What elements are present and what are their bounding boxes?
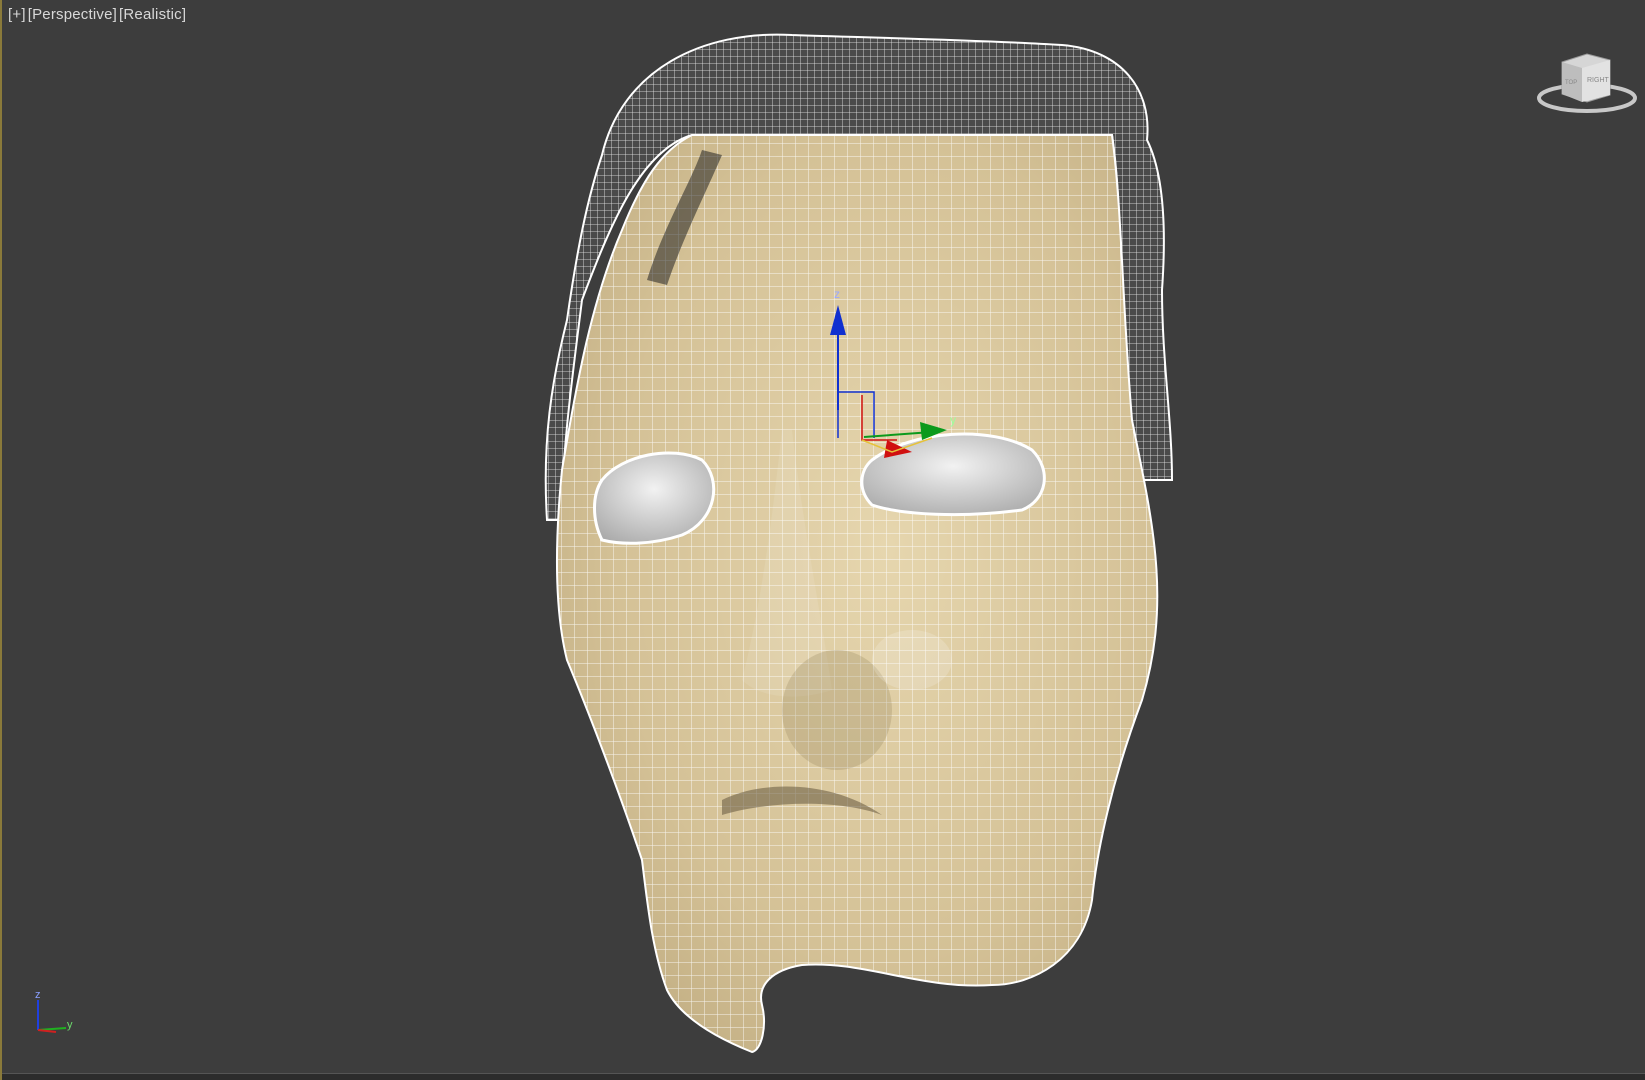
viewport-shading-label[interactable]: [Realistic] [119, 6, 186, 23]
viewport-point-of-view-label[interactable]: [Perspective] [28, 6, 117, 23]
axis-tripod: z y [35, 989, 73, 1033]
viewcube-face-left-label: TOP [1565, 80, 1577, 86]
viewport-label: [+] [Perspective] [Realistic] [8, 6, 186, 23]
tripod-z-label: z [35, 989, 41, 1001]
viewport-bottom-edge [2, 1073, 1645, 1080]
viewport-menu-plus[interactable]: [+] [8, 6, 26, 23]
gizmo-y-label: y [950, 413, 956, 427]
gizmo-z-label: z [834, 287, 840, 301]
perspective-viewport[interactable]: z y [+] [Perspective] [Realistic] TOP RI… [0, 0, 1645, 1080]
viewcube[interactable]: TOP RIGHT [1532, 50, 1642, 120]
viewcube-face-right-label: RIGHT [1587, 77, 1610, 84]
head-mesh-model[interactable]: z y [2, 0, 1645, 1080]
tripod-y-label: y [67, 1019, 73, 1031]
face-mesh [556, 134, 1159, 1054]
